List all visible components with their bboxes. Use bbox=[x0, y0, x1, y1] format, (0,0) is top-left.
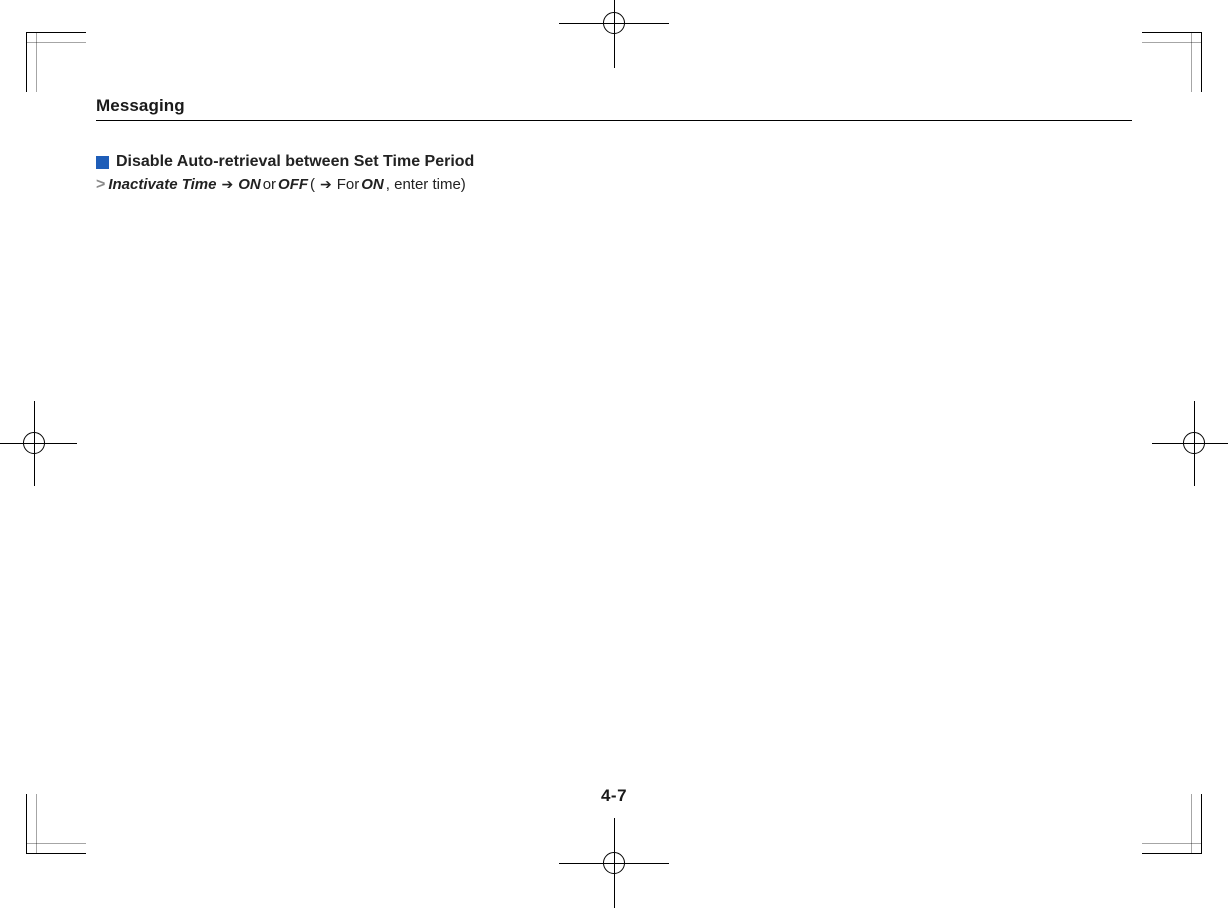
entry-block: Disable Auto-retrieval between Set Time … bbox=[96, 153, 1132, 194]
bullet-square-icon bbox=[96, 156, 109, 169]
entry-instruction: > Inactivate Time ➔ ON or OFF ( ➔ For ON… bbox=[96, 176, 1132, 194]
arrow-icon: ➔ bbox=[317, 176, 335, 193]
page-number: 4-7 bbox=[601, 786, 627, 806]
text-enter-time: , enter time) bbox=[386, 176, 466, 193]
section-header: Messaging bbox=[96, 96, 1132, 121]
option-on: ON bbox=[238, 176, 261, 193]
menu-path-inactivate-time: Inactivate Time bbox=[108, 176, 216, 193]
text-open-paren: ( bbox=[310, 176, 315, 193]
arrow-icon: ➔ bbox=[218, 176, 236, 193]
option-on-2: ON bbox=[361, 176, 384, 193]
text-for: For bbox=[337, 176, 360, 193]
chevron-icon: > bbox=[96, 176, 104, 194]
option-off: OFF bbox=[278, 176, 308, 193]
text-or: or bbox=[263, 176, 276, 193]
entry-title: Disable Auto-retrieval between Set Time … bbox=[116, 153, 474, 171]
page-content: Messaging Disable Auto-retrieval between… bbox=[96, 96, 1132, 194]
